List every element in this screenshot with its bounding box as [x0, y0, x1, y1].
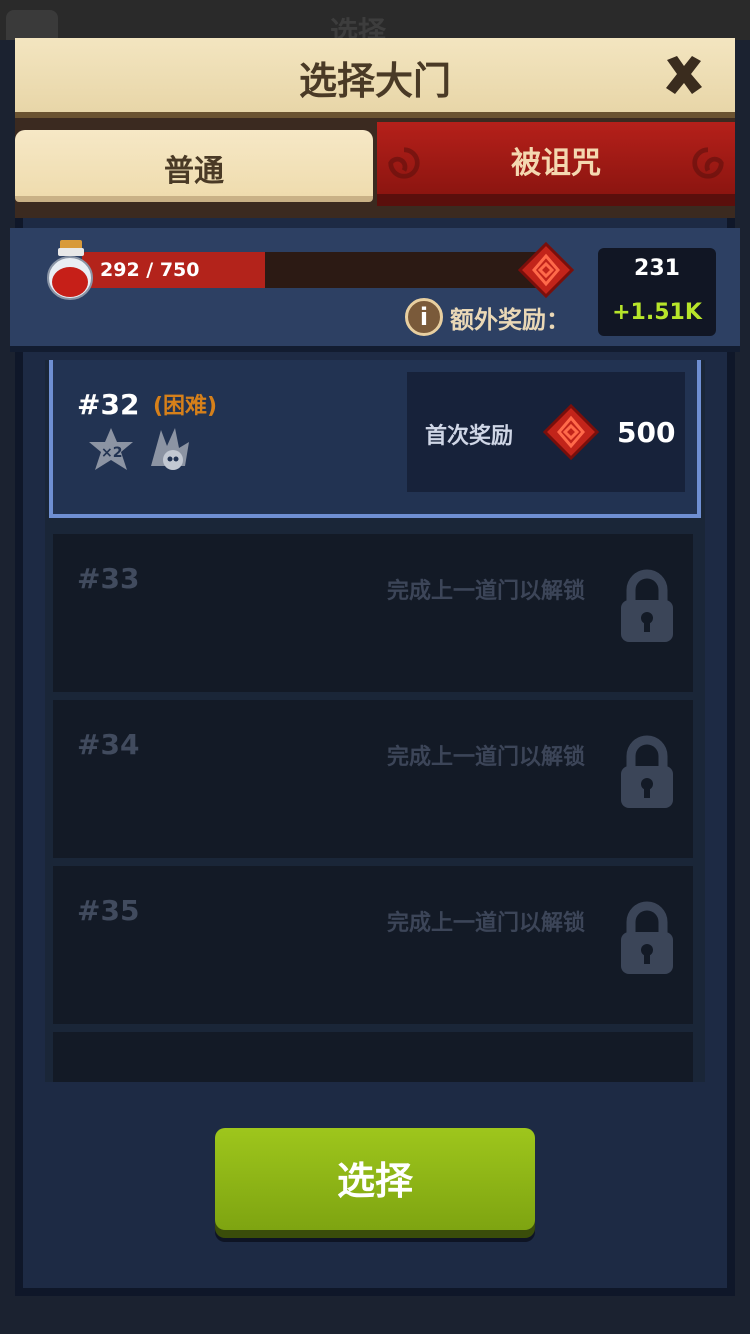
first-reward-box: 首次奖励 500 — [407, 372, 685, 492]
bonus-plus: +1.51K — [612, 300, 702, 325]
swirl-ornament-icon — [692, 147, 724, 179]
first-reward-label: 首次奖励 — [425, 424, 514, 449]
door-row-33: #33 完成上一道门以解锁 — [53, 534, 693, 692]
panel-header: 选择大门 — [15, 38, 735, 118]
tab-normal[interactable]: 普通 — [15, 130, 373, 202]
lock-icon — [621, 569, 673, 642]
tab-cursed[interactable]: 被诅咒 — [377, 122, 735, 206]
door-difficulty: (困难) — [153, 394, 218, 419]
lock-hint-text: 完成上一道门以解锁 — [386, 911, 585, 936]
door-list[interactable]: #32 (困难) ×2 首次奖励 500 #33 完成上一道门以解锁 #34 完… — [45, 360, 705, 1082]
door-number: #32 — [77, 388, 140, 421]
progress-bar: 292 / 750 — [82, 252, 552, 288]
lock-icon — [621, 735, 673, 808]
skull-modifier-icon — [151, 428, 189, 470]
bonus-label: 额外奖励： — [450, 306, 570, 334]
first-reward-value: 500 — [617, 416, 676, 449]
double-star-modifier-icon: ×2 — [89, 428, 133, 470]
lock-hint-text: 完成上一道门以解锁 — [386, 579, 585, 604]
door-number: #33 — [77, 562, 140, 595]
background-top-bar: 选择 — [0, 0, 750, 48]
door-number: #35 — [77, 894, 140, 927]
tab-normal-label: 普通 — [164, 154, 224, 189]
door-number: #34 — [77, 728, 140, 761]
info-icon[interactable]: i — [405, 298, 443, 336]
lock-hint-text: 完成上一道门以解锁 — [386, 745, 585, 770]
panel-title: 选择大门 — [298, 59, 451, 103]
bonus-total: 231 — [634, 256, 680, 281]
close-icon[interactable] — [659, 50, 709, 100]
door-row-32[interactable]: #32 (困难) ×2 首次奖励 500 — [49, 360, 701, 518]
select-button[interactable]: 选择 — [215, 1128, 535, 1230]
svg-text:×2: ×2 — [101, 445, 122, 461]
red-rune-gem-icon — [543, 404, 599, 460]
progress-text: 292 / 750 — [100, 259, 200, 281]
select-button-label: 选择 — [336, 1159, 413, 1203]
lock-icon — [621, 901, 673, 974]
tab-bar: 普通 被诅咒 — [15, 118, 735, 218]
red-rune-gem-icon — [518, 242, 574, 298]
tab-cursed-label: 被诅咒 — [511, 146, 601, 181]
bonus-box: 231 +1.51K — [598, 248, 716, 336]
door-row-35: #35 完成上一道门以解锁 — [53, 866, 693, 1024]
potion-bottle-icon — [47, 240, 93, 300]
door-row-34: #34 完成上一道门以解锁 — [53, 700, 693, 858]
back-arrow-icon — [6, 10, 58, 40]
door-row-partial — [53, 1032, 693, 1082]
